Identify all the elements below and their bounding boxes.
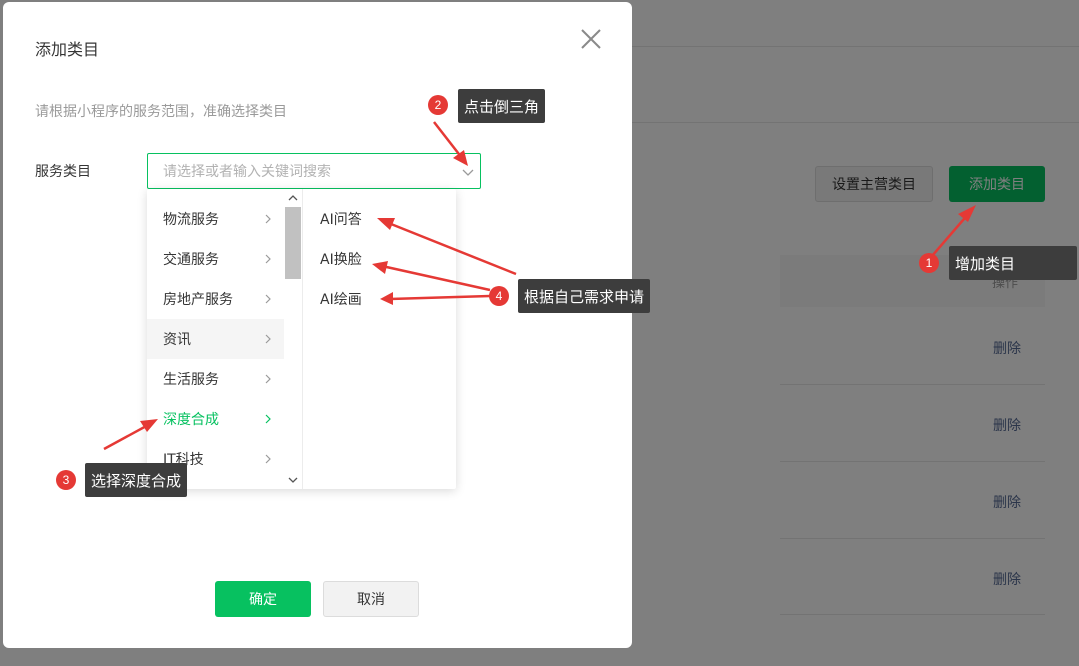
annotation-badge: 4 xyxy=(489,286,509,306)
confirm-button[interactable]: 确定 xyxy=(215,581,311,617)
category-item[interactable]: 生活服务 xyxy=(147,359,284,399)
chevron-right-icon xyxy=(265,254,271,264)
select-placeholder: 请选择或者输入关键词搜索 xyxy=(163,164,331,180)
chevron-right-icon xyxy=(265,294,271,304)
chevron-right-icon xyxy=(265,374,271,384)
category-item[interactable]: 交通服务 xyxy=(147,239,284,279)
category-label: 物流服务 xyxy=(163,212,219,228)
category-label: 深度合成 xyxy=(163,412,219,428)
close-icon[interactable] xyxy=(578,26,604,52)
subcategory-list: AI问答 AI换脸 AI绘画 xyxy=(303,189,456,489)
category-label: 房地产服务 xyxy=(163,292,233,308)
annotation-badge: 2 xyxy=(428,95,448,115)
category-list: 物流服务 交通服务 房地产服务 资讯 生活服务 深度合成 IT科技 xyxy=(147,189,284,489)
dialog-description: 请根据小程序的服务范围，准确选择类目 xyxy=(35,104,287,120)
scrollbar[interactable] xyxy=(284,189,302,489)
category-item[interactable]: 资讯 xyxy=(147,319,284,359)
annotation-label: 增加类目 xyxy=(949,246,1077,280)
chevron-down-icon[interactable] xyxy=(462,166,474,178)
scroll-up-icon[interactable] xyxy=(287,193,299,203)
subcategory-item[interactable]: AI绘画 xyxy=(303,279,456,319)
annotation-badge: 3 xyxy=(56,470,76,490)
subcategory-item[interactable]: AI问答 xyxy=(303,199,456,239)
annotation-label: 根据自己需求申请 xyxy=(518,279,651,313)
category-item-active[interactable]: 深度合成 xyxy=(147,399,284,439)
subcategory-item[interactable]: AI换脸 xyxy=(303,239,456,279)
scroll-down-icon[interactable] xyxy=(287,475,299,485)
chevron-right-icon xyxy=(265,414,271,424)
category-label: 生活服务 xyxy=(163,372,219,388)
annotation-label: 选择深度合成 xyxy=(85,463,188,497)
annotation-label: 点击倒三角 xyxy=(458,89,546,123)
category-item[interactable]: 物流服务 xyxy=(147,199,284,239)
service-category-label: 服务类目 xyxy=(35,164,91,180)
chevron-right-icon xyxy=(265,334,271,344)
scrollbar-thumb[interactable] xyxy=(285,207,301,279)
annotation-badge: 1 xyxy=(919,253,939,273)
category-item[interactable]: 房地产服务 xyxy=(147,279,284,319)
service-category-select[interactable]: 请选择或者输入关键词搜索 xyxy=(147,153,481,189)
category-label: 资讯 xyxy=(163,332,191,348)
category-label: 交通服务 xyxy=(163,252,219,268)
cancel-button[interactable]: 取消 xyxy=(323,581,419,617)
category-dropdown: 物流服务 交通服务 房地产服务 资讯 生活服务 深度合成 IT科技 AI问答 A… xyxy=(147,189,456,489)
chevron-right-icon xyxy=(265,454,271,464)
dialog-title: 添加类目 xyxy=(35,40,100,59)
chevron-right-icon xyxy=(265,214,271,224)
